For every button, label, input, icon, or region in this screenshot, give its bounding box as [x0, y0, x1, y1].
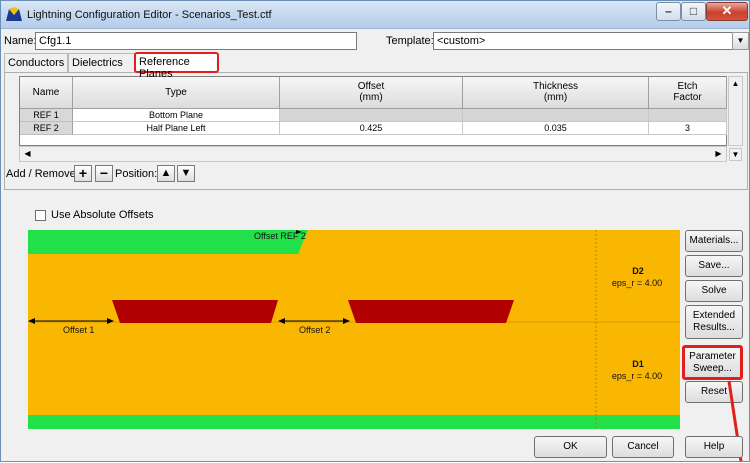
cancel-button[interactable]: Cancel [612, 436, 674, 458]
tab-reference-planes[interactable]: Reference Planes [134, 52, 219, 80]
callout-annotation [727, 380, 743, 462]
help-button[interactable]: Help [685, 436, 743, 458]
lightning-config-window: Lightning Configuration Editor - Scenari… [0, 0, 750, 462]
ok-button[interactable]: OK [534, 436, 607, 458]
